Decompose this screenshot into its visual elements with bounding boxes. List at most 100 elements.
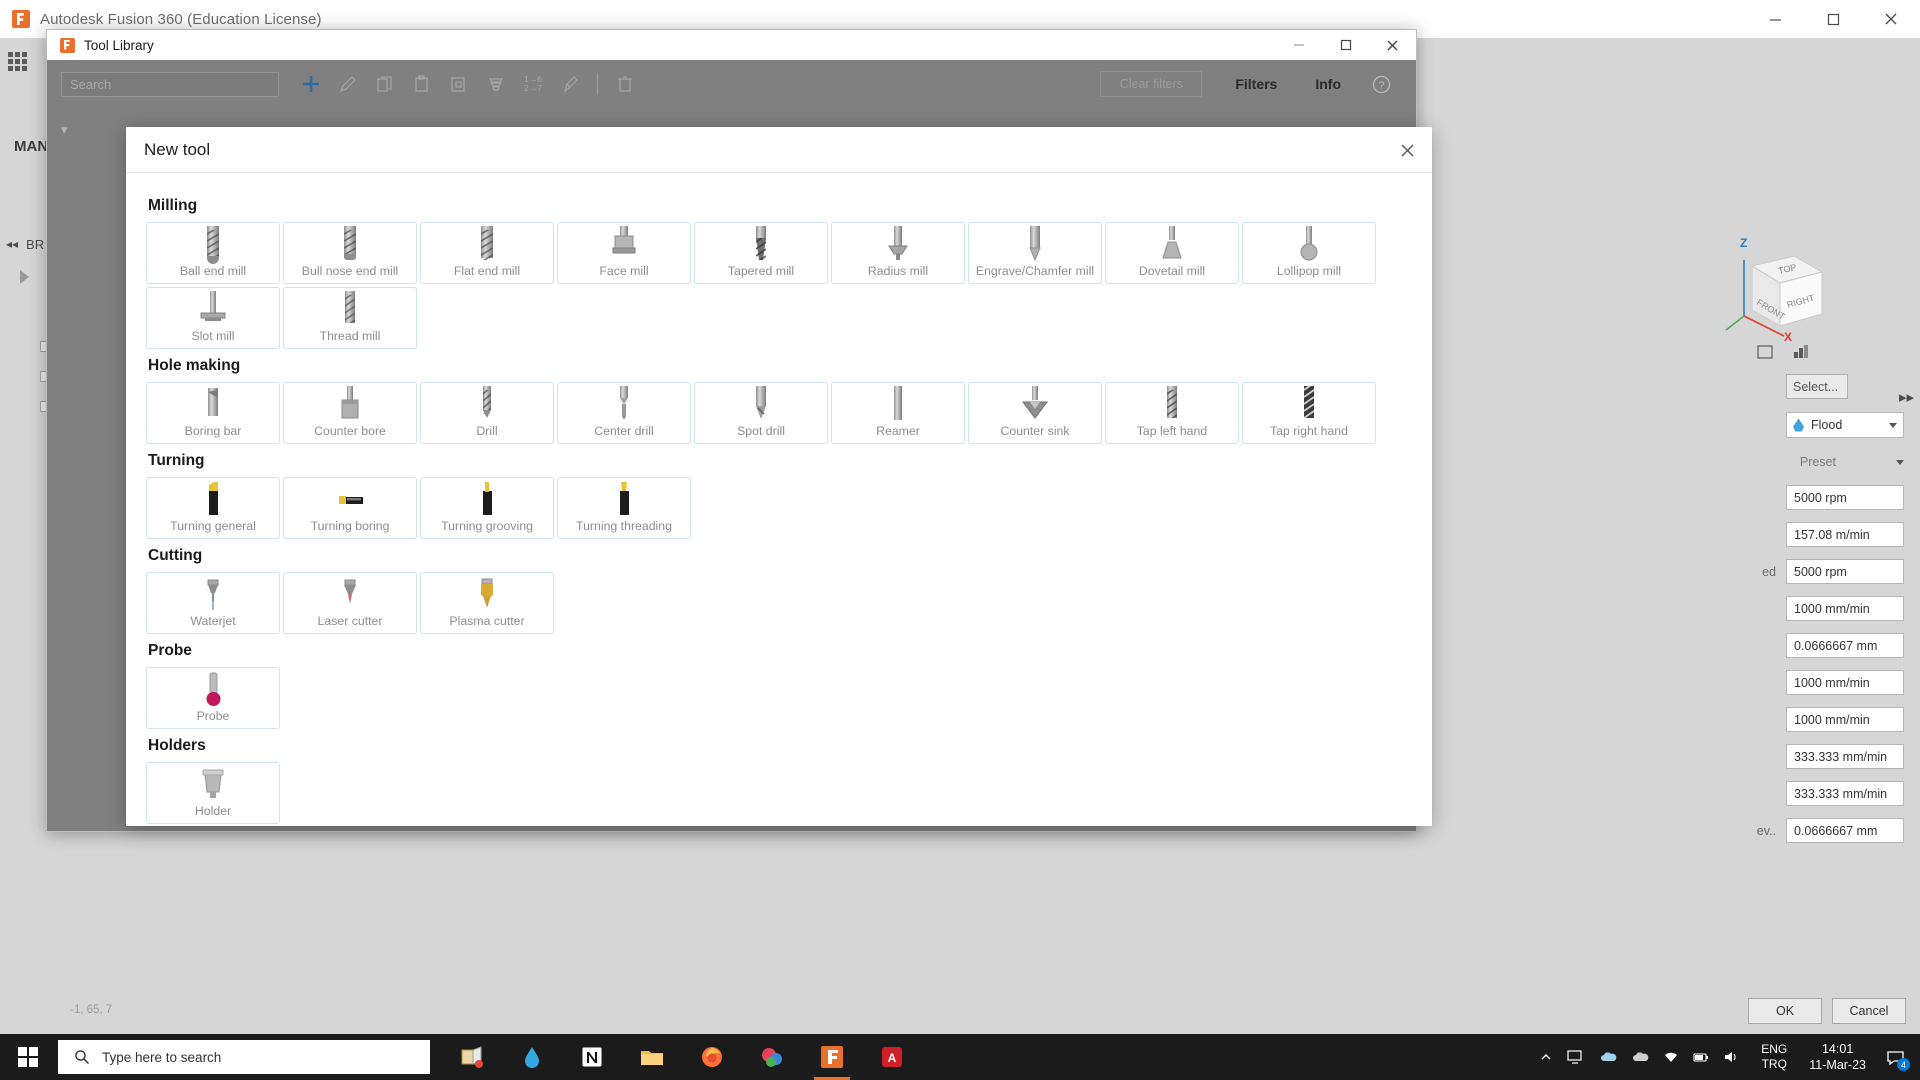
taskbar-app-paint3d[interactable] — [742, 1034, 802, 1080]
collapse-browser-icon[interactable]: ◂◂ — [6, 237, 18, 251]
tile-grid: Turning general Turning boring Turning gro… — [146, 477, 1412, 539]
search-input[interactable]: Search — [61, 71, 279, 97]
onedrive-icon[interactable] — [1599, 1050, 1617, 1064]
duplicate-icon[interactable] — [443, 69, 475, 99]
engrave-chamfer-mill-icon — [1018, 224, 1052, 264]
waterjet-icon — [196, 574, 230, 614]
parameter-input[interactable]: 0.0666667 mm — [1786, 818, 1904, 843]
volume-icon[interactable] — [1723, 1050, 1739, 1064]
cloud-icon[interactable] — [1631, 1050, 1649, 1064]
parameter-input[interactable]: 5000 rpm — [1786, 559, 1904, 584]
tool-type-tile[interactable]: Bull nose end mill — [283, 222, 417, 284]
taskbar-app-water[interactable] — [502, 1034, 562, 1080]
tool-type-tile[interactable]: Laser cutter — [283, 572, 417, 634]
cancel-button[interactable]: Cancel — [1832, 998, 1906, 1024]
view-cube[interactable]: TOP FRONT RIGHT Z X — [1722, 236, 1842, 358]
setup-icon[interactable] — [1756, 343, 1774, 361]
tool-type-tile[interactable]: Turning boring — [283, 477, 417, 539]
tool-type-tile[interactable]: Boring bar — [146, 382, 280, 444]
tool-type-tile[interactable]: Ball end mill — [146, 222, 280, 284]
tool-type-tile[interactable]: Dovetail mill — [1105, 222, 1239, 284]
edit-icon[interactable] — [332, 69, 364, 99]
taskbar-app-fusion360[interactable] — [802, 1034, 862, 1080]
taskbar-app-snip[interactable] — [442, 1034, 502, 1080]
tool-type-tile[interactable]: Holder — [146, 762, 280, 824]
tool-library-maximize-button[interactable] — [1322, 30, 1369, 60]
taskbar-search-input[interactable]: Type here to search — [58, 1040, 430, 1074]
tool-type-tile[interactable]: Tap right hand — [1242, 382, 1376, 444]
parameter-input[interactable]: 1000 mm/min — [1786, 707, 1904, 732]
ok-button[interactable]: OK — [1748, 998, 1822, 1024]
tool-type-tile[interactable]: Radius mill — [831, 222, 965, 284]
tool-type-tile[interactable]: Probe — [146, 667, 280, 729]
tool-type-tile[interactable]: Spot drill — [694, 382, 828, 444]
new-tool-icon[interactable] — [295, 69, 327, 99]
parameter-input[interactable]: 5000 rpm — [1786, 485, 1904, 510]
app-grid-icon[interactable] — [8, 52, 34, 78]
chart-icon[interactable] — [1792, 343, 1810, 361]
face-mill-icon — [607, 224, 641, 264]
tool-type-tile[interactable]: Drill — [420, 382, 554, 444]
coolant-select[interactable]: Flood — [1786, 412, 1904, 438]
tool-type-tile[interactable]: Lollipop mill — [1242, 222, 1376, 284]
tool-type-tile[interactable]: Tapered mill — [694, 222, 828, 284]
tool-type-tile[interactable]: Face mill — [557, 222, 691, 284]
delete-icon[interactable] — [609, 69, 641, 99]
tool-library-minimize-button[interactable] — [1275, 30, 1322, 60]
browser-expand-icon[interactable] — [20, 270, 29, 284]
taskbar-app-acrobat[interactable]: A — [862, 1034, 922, 1080]
tab-manufacture[interactable]: MAN — [14, 138, 48, 155]
tool-type-label: Laser cutter — [317, 614, 383, 628]
minimize-button[interactable] — [1746, 0, 1804, 38]
select-button[interactable]: Select... — [1786, 374, 1848, 399]
tool-type-tile[interactable]: Turning general — [146, 477, 280, 539]
wifi-icon[interactable] — [1663, 1050, 1679, 1064]
tool-type-tile[interactable]: Engrave/Chamfer mill — [968, 222, 1102, 284]
parameter-input[interactable]: 157.08 m/min — [1786, 522, 1904, 547]
tool-type-tile[interactable]: Waterjet — [146, 572, 280, 634]
help-icon[interactable]: ? — [1360, 60, 1402, 108]
taskbar-app-explorer[interactable] — [622, 1034, 682, 1080]
tool-library-close-button[interactable] — [1369, 30, 1416, 60]
show-hidden-icons-icon[interactable] — [1539, 1050, 1553, 1064]
clear-filters-button[interactable]: Clear filters — [1100, 71, 1203, 97]
parameter-input[interactable]: 1000 mm/min — [1786, 596, 1904, 621]
language-indicator[interactable]: ENG TRQ — [1751, 1042, 1797, 1072]
tool-type-tile[interactable]: Counter bore — [283, 382, 417, 444]
taskbar-clock[interactable]: 14:01 11-Mar-23 — [1797, 1041, 1878, 1073]
renumber-icon[interactable]: 1→6 2→7 — [517, 69, 549, 99]
tab-filters[interactable]: Filters — [1216, 60, 1296, 108]
tab-info[interactable]: Info — [1296, 60, 1360, 108]
parameter-input[interactable]: 0.0666667 mm — [1786, 633, 1904, 658]
tool-type-tile[interactable]: Reamer — [831, 382, 965, 444]
tool-type-tile[interactable]: Thread mill — [283, 287, 417, 349]
display-icon[interactable] — [1567, 1049, 1585, 1065]
tool-type-tile[interactable]: Plasma cutter — [420, 572, 554, 634]
tool-type-tile[interactable]: Flat end mill — [420, 222, 554, 284]
close-icon[interactable] — [1390, 133, 1424, 167]
tool-type-tile[interactable]: Turning threading — [557, 477, 691, 539]
tool-type-tile[interactable]: Center drill — [557, 382, 691, 444]
tool-preset-icon[interactable] — [480, 69, 512, 99]
windows-start-icon[interactable] — [0, 1034, 56, 1080]
notification-center-button[interactable]: 4 — [1878, 1034, 1912, 1080]
taskbar-apps: A — [442, 1034, 922, 1080]
parameter-input[interactable]: 333.333 mm/min — [1786, 781, 1904, 806]
battery-icon[interactable] — [1693, 1050, 1709, 1064]
preset-chevron-down-icon[interactable] — [1896, 459, 1904, 465]
parameter-input[interactable]: 1000 mm/min — [1786, 670, 1904, 695]
clean-icon[interactable] — [554, 69, 586, 99]
close-window-button[interactable] — [1862, 0, 1920, 38]
copy-icon[interactable] — [369, 69, 401, 99]
tool-type-tile[interactable]: Turning grooving — [420, 477, 554, 539]
taskbar-app-firefox[interactable] — [682, 1034, 742, 1080]
library-tree-chevron-icon[interactable]: ▾ — [61, 122, 68, 138]
tool-type-label: Ball end mill — [179, 264, 247, 278]
parameter-input[interactable]: 333.333 mm/min — [1786, 744, 1904, 769]
tool-type-tile[interactable]: Slot mill — [146, 287, 280, 349]
maximize-button[interactable] — [1804, 0, 1862, 38]
taskbar-app-notion[interactable] — [562, 1034, 622, 1080]
paste-icon[interactable] — [406, 69, 438, 99]
tool-type-tile[interactable]: Tap left hand — [1105, 382, 1239, 444]
tool-type-tile[interactable]: Counter sink — [968, 382, 1102, 444]
